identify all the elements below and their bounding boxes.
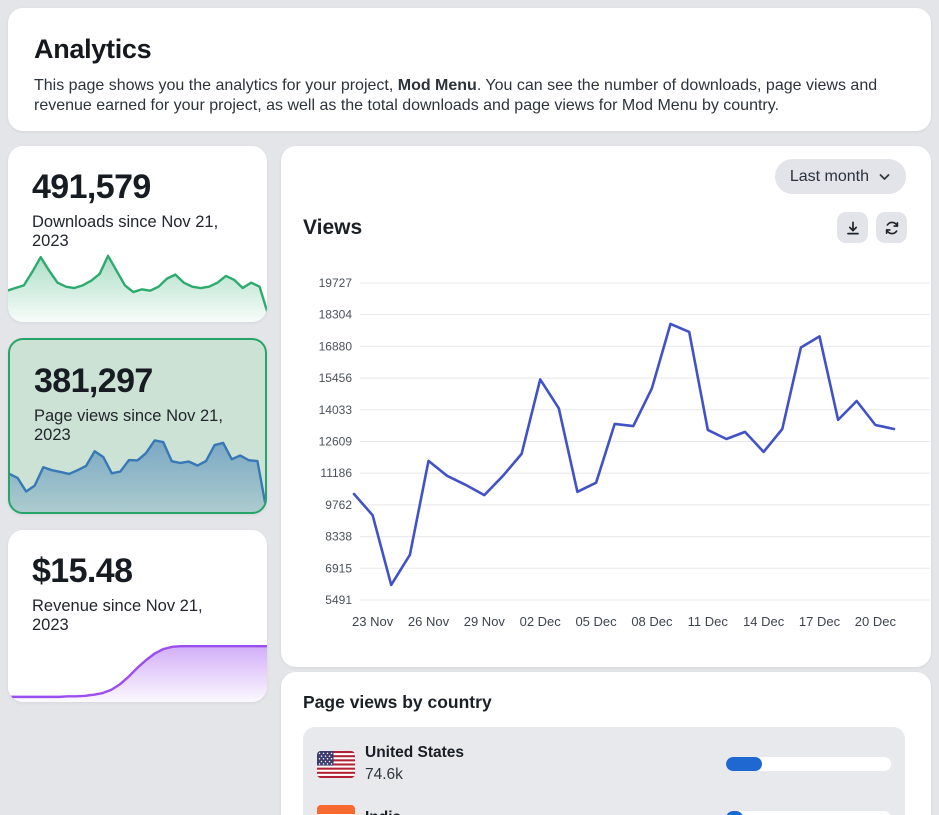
svg-text:11 Dec: 11 Dec [688, 614, 729, 629]
revenue-sparkline [8, 639, 267, 702]
svg-text:19727: 19727 [319, 276, 353, 290]
refresh-icon [884, 220, 900, 236]
page-title: Analytics [34, 34, 901, 65]
chevron-down-icon [878, 171, 891, 183]
svg-text:17 Dec: 17 Dec [799, 614, 841, 629]
page-views-sparkline [9, 435, 266, 513]
svg-text:6915: 6915 [325, 561, 352, 575]
svg-text:5491: 5491 [325, 593, 352, 607]
svg-text:29 Nov: 29 Nov [464, 614, 506, 629]
svg-text:05 Dec: 05 Dec [575, 614, 617, 629]
project-name: Mod Menu [398, 77, 477, 94]
svg-text:14 Dec: 14 Dec [743, 614, 785, 629]
svg-text:12609: 12609 [319, 435, 353, 449]
us-flag-icon [317, 751, 355, 778]
india-flag-icon [317, 805, 355, 815]
stat-card-revenue[interactable]: $15.48 Revenue since Nov 21, 2023 [8, 530, 267, 702]
stat-card-downloads[interactable]: 491,579 Downloads since Nov 21, 2023 [8, 146, 267, 322]
page-description: This page shows you the analytics for yo… [34, 76, 901, 115]
description-text-before: This page shows you the analytics for yo… [34, 77, 398, 94]
svg-text:20 Dec: 20 Dec [855, 614, 897, 629]
country-name: India [365, 807, 401, 815]
country-value: 74.6k [365, 764, 464, 786]
country-row-india: India [315, 791, 893, 815]
refresh-button[interactable] [876, 212, 907, 243]
country-list: United States 74.6k India [303, 727, 905, 815]
svg-text:08 Dec: 08 Dec [631, 614, 673, 629]
country-progress-track [726, 811, 891, 815]
revenue-amount: $15.48 [32, 552, 243, 591]
views-title: Views [303, 216, 362, 240]
downloads-count: 491,579 [32, 168, 243, 207]
svg-text:23 Nov: 23 Nov [352, 614, 394, 629]
downloads-sparkline [8, 245, 267, 322]
analytics-page: Analytics This page shows you the analyt… [0, 0, 939, 815]
country-card: Page views by country [281, 672, 931, 815]
svg-text:15456: 15456 [319, 371, 353, 385]
revenue-label: Revenue since Nov 21, 2023 [32, 597, 237, 635]
date-range-selector[interactable]: Last month [775, 159, 906, 194]
svg-text:9762: 9762 [325, 498, 352, 512]
country-progress-fill [726, 757, 762, 771]
country-row-united-states: United States 74.6k [315, 737, 893, 791]
country-progress-track [726, 757, 891, 771]
downloads-label: Downloads since Nov 21, 2023 [32, 213, 237, 251]
svg-text:26 Nov: 26 Nov [408, 614, 450, 629]
svg-text:16880: 16880 [319, 339, 353, 353]
header-card: Analytics This page shows you the analyt… [8, 8, 931, 131]
svg-text:18304: 18304 [319, 308, 353, 322]
svg-text:8338: 8338 [325, 530, 352, 544]
country-name: United States [365, 742, 464, 764]
stat-card-page-views[interactable]: 381,297 Page views since Nov 21, 2023 [8, 338, 267, 514]
download-icon [845, 220, 861, 236]
chart-actions [837, 212, 907, 243]
page-views-label: Page views since Nov 21, 2023 [34, 407, 239, 445]
svg-text:14033: 14033 [319, 403, 353, 417]
export-download-button[interactable] [837, 212, 868, 243]
svg-text:02 Dec: 02 Dec [520, 614, 562, 629]
country-progress-fill [726, 811, 743, 815]
country-panel-title: Page views by country [303, 692, 931, 713]
page-views-count: 381,297 [34, 362, 241, 401]
svg-text:11186: 11186 [320, 466, 352, 480]
views-header: Views [303, 212, 907, 243]
date-range-label: Last month [790, 168, 869, 186]
views-card: Last month Views [281, 146, 931, 667]
